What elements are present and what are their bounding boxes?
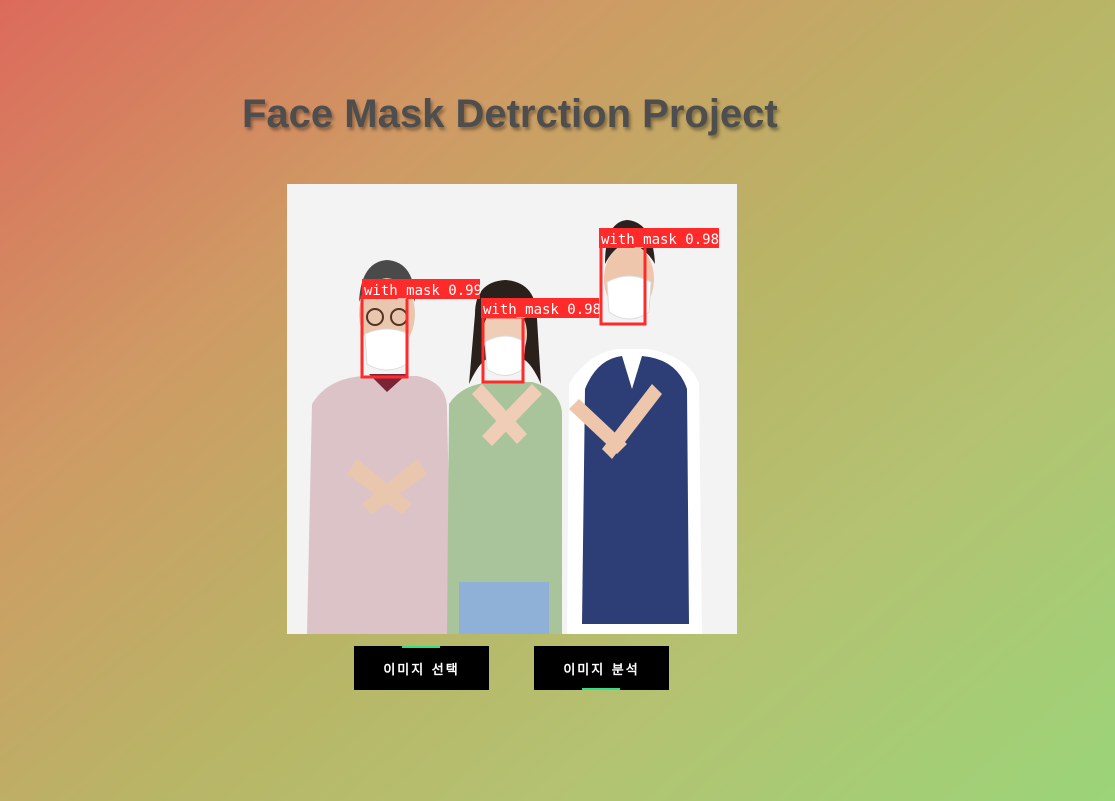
detection-label-3: with_mask 0.98 xyxy=(601,232,719,248)
select-image-button[interactable]: 이미지 선택 xyxy=(354,646,489,690)
detection-label-1: with_mask 0.99 xyxy=(364,283,482,299)
analyze-image-button[interactable]: 이미지 분석 xyxy=(534,646,669,690)
analyze-image-label: 이미지 분석 xyxy=(563,662,640,678)
button-accent-line xyxy=(582,688,620,690)
detection-label-2: with_mask 0.98 xyxy=(483,302,601,318)
page-title: Face Mask Detrction Project xyxy=(242,92,778,136)
select-image-label: 이미지 선택 xyxy=(383,662,460,678)
button-accent-line xyxy=(402,646,440,648)
detection-result-image: with_mask 0.99 with_mask 0.98 with_mask … xyxy=(287,184,737,634)
